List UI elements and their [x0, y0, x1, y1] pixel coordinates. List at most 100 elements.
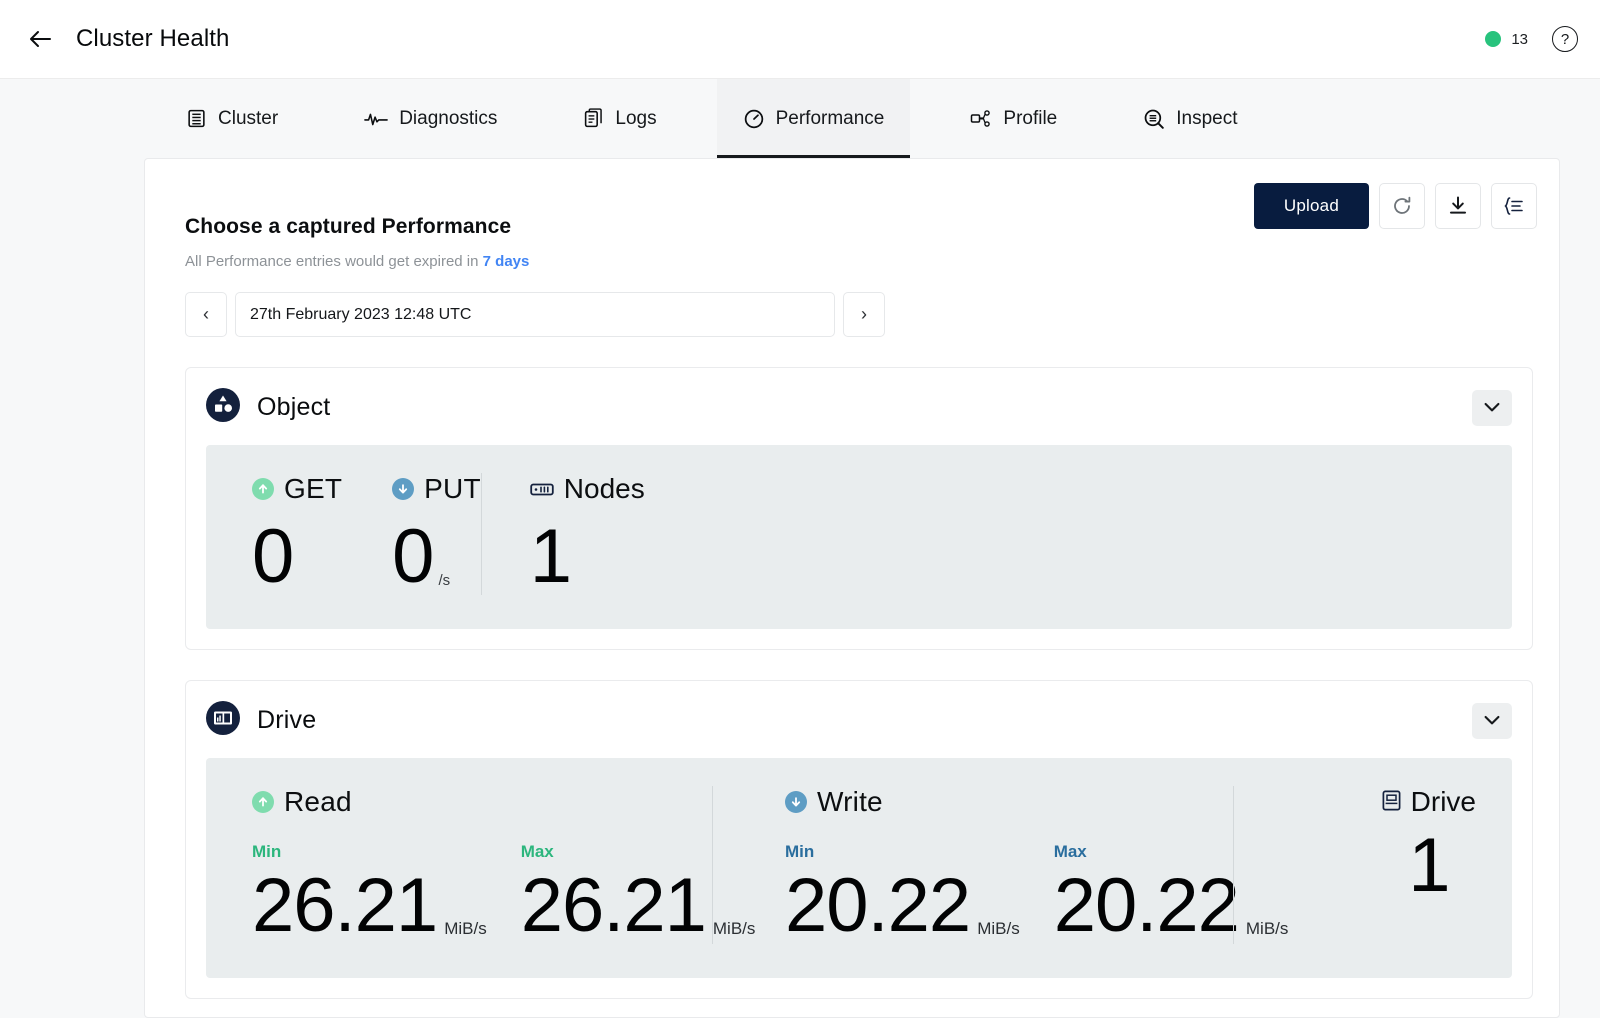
- tab-label: Logs: [615, 108, 656, 130]
- write-label: Write: [817, 786, 883, 818]
- drive-count-header: Drive: [1382, 786, 1476, 818]
- upload-button[interactable]: Upload: [1254, 183, 1369, 229]
- performance-card: Upload: [144, 158, 1560, 1018]
- object-collapse-button[interactable]: [1472, 390, 1512, 426]
- get-header: GET: [252, 473, 342, 505]
- tab-label: Diagnostics: [399, 108, 497, 130]
- write-stats: Min 20.22 MiB/s Max 20.22 MiB/s: [785, 842, 1203, 944]
- help-button[interactable]: ?: [1552, 26, 1578, 52]
- capture-date-field[interactable]: 27th February 2023 12:48 UTC: [235, 292, 835, 337]
- arrow-down-icon: [392, 478, 414, 500]
- server-icon: [530, 473, 554, 505]
- chooser-subtext-text: All Performance entries would get expire…: [185, 253, 478, 270]
- write-metric: Write Min 20.22 MiB/s Max: [713, 786, 1233, 944]
- download-icon: [1447, 195, 1469, 217]
- get-value: 0: [252, 519, 342, 595]
- object-ops-group: GET 0 PUT: [242, 473, 481, 595]
- download-button[interactable]: [1435, 183, 1481, 229]
- tab-label: Performance: [776, 108, 885, 130]
- put-unit: /s: [438, 572, 450, 589]
- read-min-stat: Min 26.21 MiB/s: [252, 842, 487, 944]
- arrow-left-icon: [29, 29, 53, 49]
- expiry-link[interactable]: 7 days: [483, 253, 530, 270]
- refresh-icon: [1391, 195, 1413, 217]
- drive-count-label: Drive: [1411, 786, 1476, 818]
- refresh-button[interactable]: [1379, 183, 1425, 229]
- documents-icon: [583, 108, 604, 129]
- read-stats: Min 26.21 MiB/s Max 26.21 MiB/s: [252, 842, 682, 944]
- read-min-value: 26.21: [252, 868, 437, 944]
- write-min-value: 20.22: [785, 868, 970, 944]
- page-title: Cluster Health: [76, 25, 229, 53]
- tab-diagnostics[interactable]: Diagnostics: [338, 79, 523, 158]
- server-rack-icon: [186, 108, 207, 129]
- read-metric: Read Min 26.21 MiB/s Max: [242, 786, 712, 944]
- write-min-unit: MiB/s: [977, 919, 1020, 939]
- get-metric: GET 0: [252, 473, 342, 595]
- back-button[interactable]: [24, 22, 58, 56]
- tab-bar: Cluster Diagnostics Logs: [0, 79, 1600, 158]
- object-panel-header: Object: [206, 388, 1512, 427]
- read-min-label: Min: [252, 842, 487, 862]
- object-shapes-icon: [206, 388, 240, 427]
- node-graph-icon: [970, 109, 992, 129]
- write-max-label: Max: [1054, 842, 1289, 862]
- date-selector: ‹ 27th February 2023 12:48 UTC ›: [185, 292, 1537, 337]
- tab-performance[interactable]: Performance: [717, 79, 911, 158]
- tab-inspect[interactable]: Inspect: [1117, 79, 1263, 158]
- object-panel-title: Object: [257, 393, 330, 422]
- arrow-down-icon: [785, 791, 807, 813]
- drive-panel-title: Drive: [257, 706, 316, 735]
- put-header: PUT: [392, 473, 481, 505]
- tab-label: Cluster: [218, 108, 278, 130]
- tab-logs[interactable]: Logs: [557, 79, 682, 158]
- read-max-value: 26.21: [521, 868, 706, 944]
- put-metric: PUT 0 /s: [392, 473, 481, 595]
- write-min-stat: Min 20.22 MiB/s: [785, 842, 1020, 944]
- drive-panel-header: Drive: [206, 701, 1512, 740]
- arrow-up-icon: [252, 791, 274, 813]
- nodes-label: Nodes: [564, 473, 645, 505]
- speedometer-icon: [743, 108, 765, 130]
- status-indicator-dot: [1485, 31, 1501, 47]
- drive-count-metric: Drive 1: [1342, 786, 1476, 944]
- read-label: Read: [284, 786, 352, 818]
- chooser-subtext: All Performance entries would get expire…: [185, 253, 1537, 270]
- tab-cluster[interactable]: Cluster: [160, 79, 304, 158]
- top-bar: Cluster Health 13 ?: [0, 0, 1600, 79]
- write-max-value: 20.22: [1054, 868, 1239, 944]
- chevron-down-icon: [1484, 402, 1500, 413]
- write-min-label: Min: [785, 842, 1020, 862]
- nodes-metric: Nodes 1: [482, 473, 645, 595]
- pulse-wave-icon: [364, 110, 388, 128]
- drive-collapse-button[interactable]: [1472, 703, 1512, 739]
- write-header: Write: [785, 786, 1203, 818]
- card-toolbar: Upload: [1254, 183, 1537, 229]
- object-metrics: GET 0 PUT: [206, 445, 1512, 629]
- arrow-up-icon: [252, 478, 274, 500]
- magnifier-list-icon: [1143, 108, 1165, 130]
- json-braces-icon: [1502, 195, 1526, 217]
- json-view-button[interactable]: [1491, 183, 1537, 229]
- status-count: 13: [1511, 31, 1528, 48]
- drive-count-value: 1: [1382, 828, 1476, 904]
- object-panel: Object: [185, 367, 1533, 650]
- drive-panel: Drive Read: [185, 680, 1533, 999]
- put-label: PUT: [424, 473, 481, 505]
- write-max-stat: Max 20.22 MiB/s: [1054, 842, 1289, 944]
- drive-metrics: Read Min 26.21 MiB/s Max: [206, 758, 1512, 978]
- nodes-value: 1: [530, 519, 645, 595]
- prev-capture-button[interactable]: ‹: [185, 292, 227, 337]
- put-value: 0: [392, 519, 433, 595]
- write-max-unit: MiB/s: [1246, 919, 1289, 939]
- tab-label: Inspect: [1176, 108, 1237, 130]
- page-body: Cluster Diagnostics Logs: [0, 79, 1600, 1018]
- nodes-header: Nodes: [530, 473, 645, 505]
- chevron-down-icon: [1484, 715, 1500, 726]
- drive-small-icon: [1382, 786, 1401, 818]
- next-capture-button[interactable]: ›: [843, 292, 885, 337]
- write-count-divider: [1233, 786, 1234, 944]
- tab-profile[interactable]: Profile: [944, 79, 1083, 158]
- drive-icon: [206, 701, 240, 740]
- get-label: GET: [284, 473, 342, 505]
